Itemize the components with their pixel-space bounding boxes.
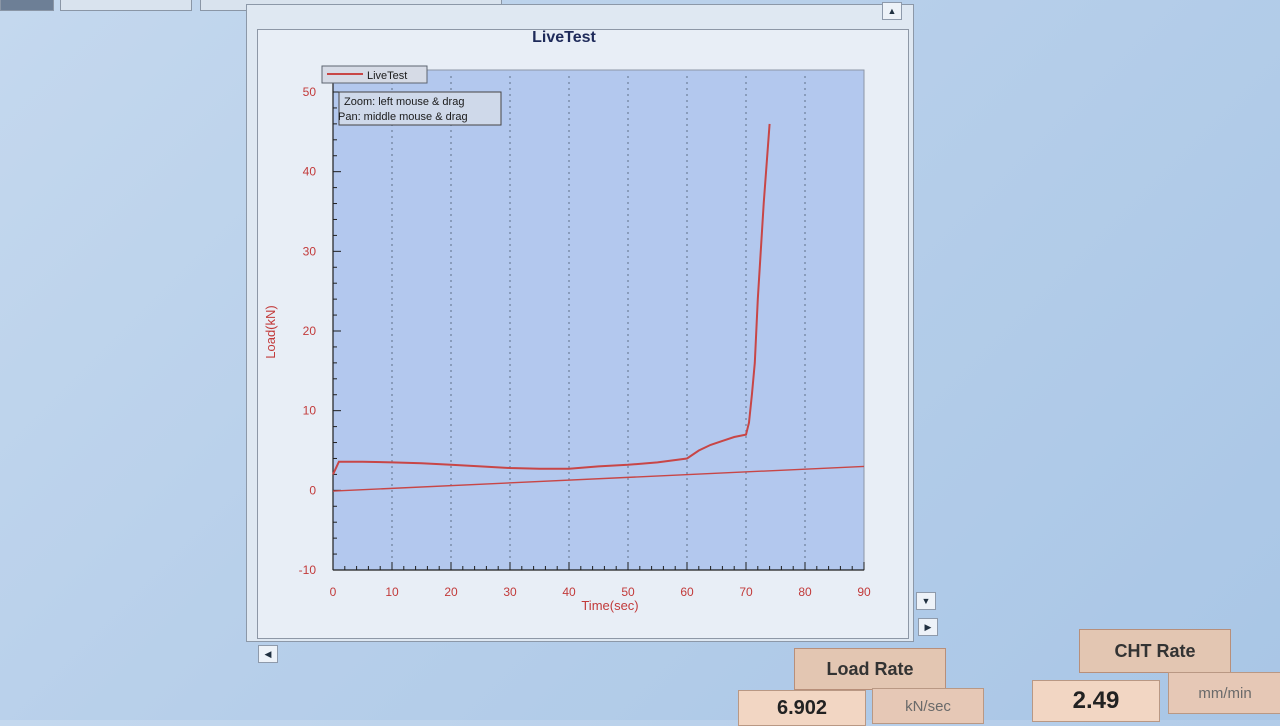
x-tick-label: 90 [857,585,871,599]
x-tick-label: 30 [503,585,517,599]
y-tick-label: 10 [303,404,317,418]
live-test-chart[interactable]: LiveTest 0 10 20 30 40 50 60 70 80 90 -10 0 10 20 30 4… [0,0,1280,720]
cht-rate-unit: mm/min [1168,672,1280,714]
x-tick-label: 60 [680,585,694,599]
x-tick-label: 20 [444,585,458,599]
x-axis-label: Time(sec) [581,598,638,613]
x-tick-label: 70 [739,585,753,599]
cht-rate-value: 2.49 [1032,680,1160,722]
load-rate-unit: kN/sec [872,688,984,724]
legend: LiveTest [321,65,428,84]
y-tick-label: -10 [299,563,317,577]
x-tick-label: 50 [621,585,635,599]
hint-box: Zoom: left mouse & drag Pan: middle mous… [338,91,502,126]
y-tick-label: 0 [309,483,316,497]
x-tick-label: 0 [330,585,337,599]
y-tick-label: 40 [303,165,317,179]
y-tick-label: 30 [303,244,317,258]
x-tick-label: 80 [798,585,812,599]
legend-label: LiveTest [367,70,407,82]
plot-area[interactable] [332,69,865,571]
x-tick-label: 40 [562,585,576,599]
load-rate-value: 6.902 [738,690,866,726]
y-axis-label: Load(kN) [263,305,278,358]
load-rate-label: Load Rate [794,648,946,690]
hint-pan: Pan: middle mouse & drag [338,111,468,123]
y-tick-label: 20 [303,324,317,338]
hint-zoom: Zoom: left mouse & drag [344,96,464,108]
y-tick-label: 50 [303,85,317,99]
chart-title: LiveTest [532,29,596,46]
cht-rate-label: CHT Rate [1079,629,1231,673]
x-tick-label: 10 [385,585,399,599]
